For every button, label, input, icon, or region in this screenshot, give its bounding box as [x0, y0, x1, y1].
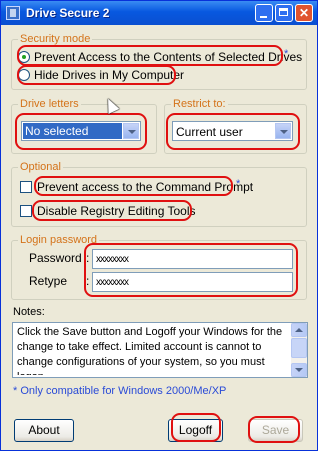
- optional-legend: Optional: [18, 161, 63, 173]
- retype-field[interactable]: xxxxxxxx: [92, 272, 293, 292]
- drive-letters-value: No selected: [23, 123, 122, 139]
- security-mode-legend: Security mode: [18, 33, 93, 45]
- notes-textbox[interactable]: Click the Save button and Logoff your Wi…: [12, 322, 308, 378]
- chevron-down-icon[interactable]: [123, 123, 139, 139]
- drive-secure-window: Drive Secure 2 ✕ Security mode Prevent A…: [0, 0, 318, 451]
- restrict-to-value: Current user: [176, 125, 243, 139]
- close-button[interactable]: ✕: [295, 4, 313, 22]
- radio-hide-drives[interactable]: [18, 69, 30, 81]
- retype-label: Retype: [29, 274, 68, 288]
- checkbox-disable-registry[interactable]: [20, 205, 32, 217]
- prevent-access-footnote-star: *: [284, 48, 289, 60]
- radio-hide-drives-label[interactable]: Hide Drives in My Computer: [34, 68, 184, 82]
- radio-prevent-access-label[interactable]: Prevent Access to the Contents of Select…: [34, 50, 302, 64]
- logoff-button[interactable]: Logoff: [168, 419, 223, 442]
- save-button[interactable]: Save: [248, 419, 303, 442]
- about-button[interactable]: About: [14, 419, 74, 442]
- notes-scrollbar[interactable]: [291, 323, 307, 377]
- restrict-to-dropdown[interactable]: Current user: [172, 121, 293, 141]
- notes-text: Click the Save button and Logoff your Wi…: [17, 326, 283, 375]
- password-colon: :: [86, 251, 90, 265]
- scroll-down-arrow-icon[interactable]: [291, 363, 307, 377]
- restrict-to-legend: Restrict to:: [171, 98, 228, 110]
- scroll-thumb[interactable]: [291, 338, 307, 358]
- password-label: Password: [29, 251, 82, 265]
- window-title: Drive Secure 2: [26, 6, 110, 20]
- checkbox-disable-registry-label[interactable]: Disable Registry Editing Tools: [37, 204, 196, 218]
- retype-colon: :: [86, 274, 90, 288]
- scroll-up-arrow-icon[interactable]: [291, 323, 307, 337]
- drive-letters-dropdown[interactable]: No selected: [21, 121, 141, 141]
- password-field[interactable]: xxxxxxxx: [92, 249, 293, 269]
- notes-label: Notes:: [13, 306, 45, 318]
- minimize-button[interactable]: [255, 4, 273, 22]
- security-mode-group: Security mode: [11, 33, 307, 90]
- optional-group: Optional: [11, 161, 307, 227]
- cmd-footnote-star: *: [236, 178, 241, 190]
- app-icon: [6, 6, 20, 20]
- maximize-button[interactable]: [275, 4, 293, 22]
- checkbox-prevent-cmd-label[interactable]: Prevent access to the Command Prompt: [37, 180, 253, 194]
- chevron-down-icon[interactable]: [275, 123, 291, 139]
- drive-letters-legend: Drive letters: [18, 98, 81, 110]
- login-password-legend: Login password: [18, 234, 100, 246]
- compatibility-footnote: * Only compatible for Windows 2000/Me/XP: [13, 385, 227, 397]
- title-bar[interactable]: Drive Secure 2 ✕: [1, 1, 317, 25]
- checkbox-prevent-cmd[interactable]: [20, 181, 32, 193]
- radio-prevent-access[interactable]: [18, 51, 30, 63]
